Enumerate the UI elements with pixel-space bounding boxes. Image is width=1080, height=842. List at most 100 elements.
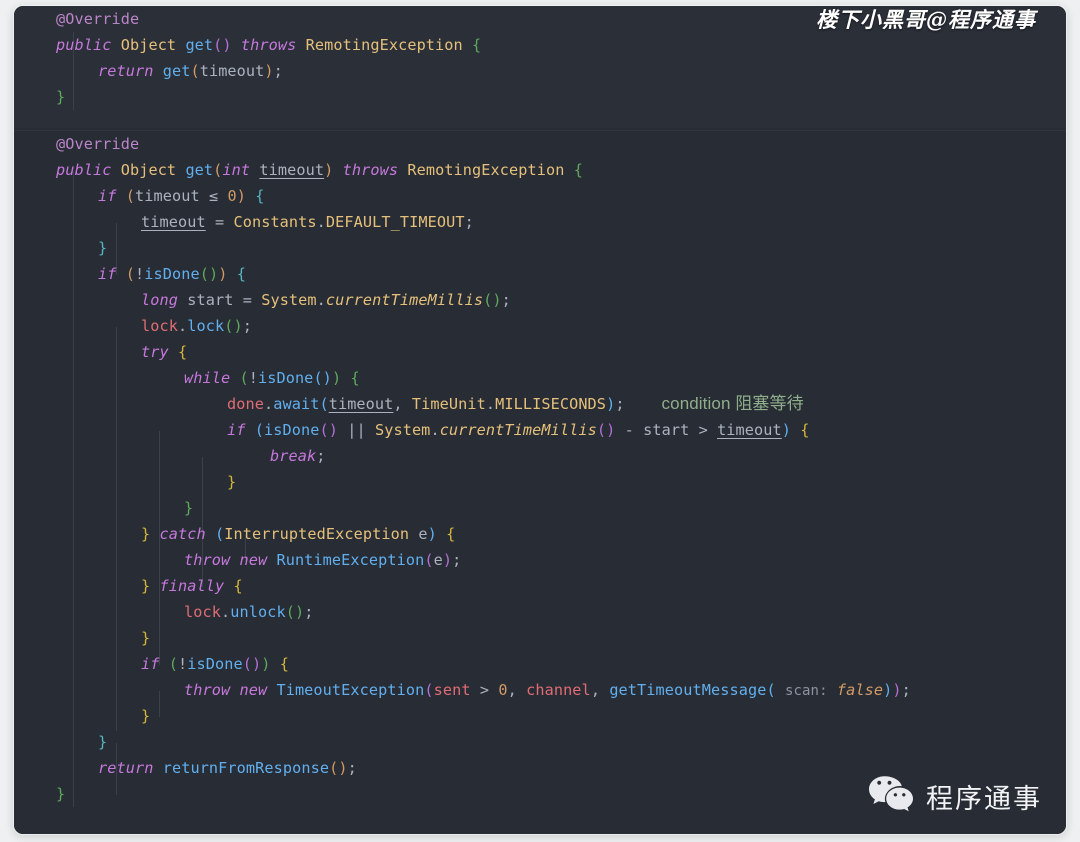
code-line: } bbox=[28, 469, 1066, 495]
paren-open: ( bbox=[319, 395, 329, 413]
semicolon: ; bbox=[273, 62, 283, 80]
method-returnfromresponse: returnFromResponse bbox=[162, 759, 330, 777]
paren-open: ( bbox=[168, 655, 178, 673]
paren-open: ( bbox=[125, 265, 135, 283]
method-isdone: isDone bbox=[144, 265, 200, 283]
brace-close: } bbox=[227, 473, 237, 491]
class-timeunit: TimeUnit bbox=[411, 395, 486, 413]
var-timeout: timeout bbox=[141, 213, 206, 231]
paren-open: ( bbox=[766, 681, 776, 699]
keyword-new: new bbox=[239, 551, 268, 569]
method-get-call: get bbox=[162, 62, 191, 80]
semicolon: ; bbox=[501, 291, 511, 309]
code-line: if (!isDone()) { bbox=[28, 651, 1066, 677]
method-isdone: isDone bbox=[257, 369, 314, 387]
brace-close: } bbox=[56, 88, 66, 106]
brace-close: } bbox=[141, 629, 151, 647]
paren-open: ( bbox=[214, 525, 225, 543]
operator-assign: = bbox=[242, 291, 252, 309]
brace-close: } bbox=[98, 239, 108, 257]
field-lock: lock bbox=[184, 603, 221, 621]
code-line: if (!isDone()) { bbox=[28, 261, 1066, 287]
paren-close: ) bbox=[324, 161, 334, 179]
type-remotingexception: RemotingException bbox=[407, 161, 565, 179]
paren-open: ( bbox=[125, 187, 135, 205]
method-get: get bbox=[185, 36, 214, 54]
call-parens: () bbox=[224, 317, 243, 335]
call-parens: () bbox=[285, 603, 305, 621]
number-zero: 0 bbox=[498, 681, 508, 699]
semicolon: ; bbox=[347, 759, 357, 777]
keyword-long: long bbox=[141, 291, 178, 309]
code-line: } bbox=[28, 729, 1066, 755]
paren-close: ) bbox=[331, 369, 342, 387]
paren-close: ) bbox=[264, 62, 274, 80]
arg-timeout: timeout bbox=[328, 395, 394, 413]
code-line: throw new RuntimeException(e); bbox=[28, 547, 1066, 573]
operator-not: ! bbox=[178, 655, 188, 673]
brace-open: { bbox=[446, 525, 456, 543]
comma: , bbox=[507, 681, 517, 699]
keyword-public: public bbox=[56, 36, 112, 54]
wechat-icon bbox=[868, 774, 914, 818]
code-line: return get(timeout); bbox=[28, 58, 1066, 84]
var-timeout: timeout bbox=[717, 421, 782, 439]
brace-open: { bbox=[236, 265, 246, 283]
dot: . bbox=[220, 603, 231, 621]
var-start: start bbox=[643, 421, 690, 439]
code-line: } bbox=[28, 495, 1066, 521]
keyword-throw: throw bbox=[184, 551, 231, 569]
keyword-if: if bbox=[141, 655, 160, 673]
call-parens: () bbox=[596, 421, 616, 439]
method-lock: lock bbox=[187, 317, 225, 335]
brace-close: } bbox=[141, 577, 151, 595]
annotation-override: @Override bbox=[56, 10, 140, 28]
code-line: public Object get() throws RemotingExcep… bbox=[28, 32, 1066, 58]
keyword-throw: throw bbox=[184, 681, 231, 699]
annotation-note-condition: condition 阻塞等待 bbox=[661, 394, 804, 413]
brace-open: { bbox=[233, 577, 243, 595]
boolean-false: false bbox=[836, 681, 884, 699]
watermark-label: 程序通事 bbox=[926, 783, 1042, 814]
brace-open: { bbox=[800, 421, 810, 439]
keyword-if: if bbox=[227, 421, 246, 439]
constant-milliseconds: MILLISECONDS bbox=[495, 395, 607, 413]
paren-close: ) bbox=[781, 421, 792, 439]
code-line: lock.lock(); bbox=[28, 313, 1066, 339]
dot: . bbox=[263, 395, 274, 413]
paren-close: ) bbox=[222, 36, 232, 54]
dot: . bbox=[485, 395, 496, 413]
keyword-catch: catch bbox=[159, 525, 206, 543]
operator-assign: = bbox=[214, 213, 225, 231]
method-unlock: unlock bbox=[230, 603, 286, 621]
paren-open: ( bbox=[424, 551, 434, 569]
comma: , bbox=[393, 395, 403, 413]
semicolon: ; bbox=[464, 213, 474, 231]
method-gettimeoutmessage: getTimeoutMessage bbox=[609, 681, 767, 699]
operator-not: ! bbox=[248, 369, 258, 387]
code-line: } finally { bbox=[28, 573, 1066, 599]
operator-lte: ≤ bbox=[208, 187, 219, 205]
operator-gt: > bbox=[479, 681, 490, 699]
comma: , bbox=[590, 681, 601, 699]
watermark-top-right: 楼下小黑哥@程序通事 bbox=[816, 7, 1036, 32]
